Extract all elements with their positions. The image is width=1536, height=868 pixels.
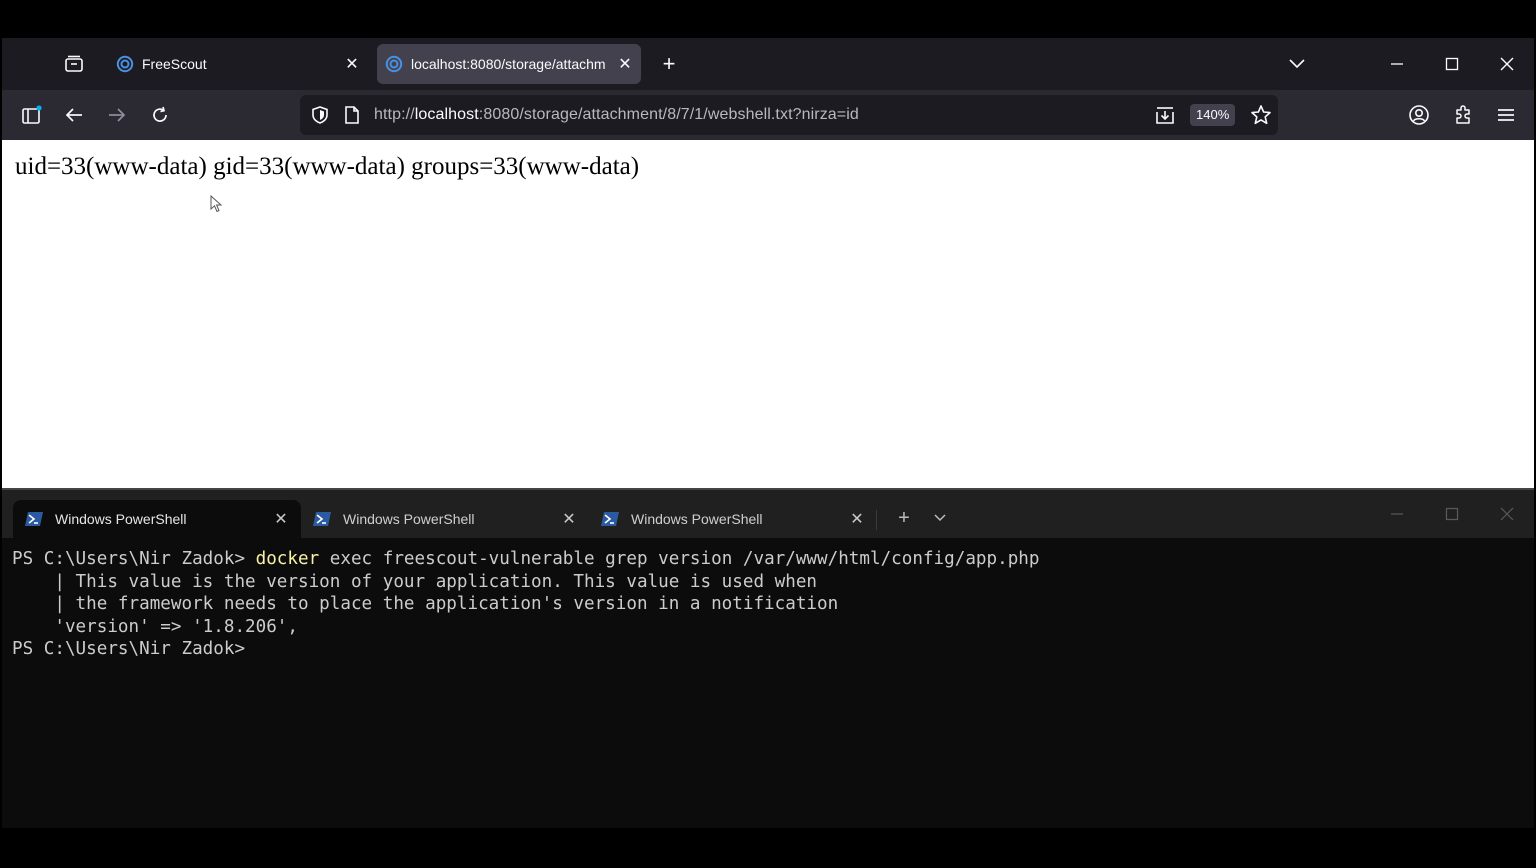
tab-label: FreeScout [142, 56, 207, 72]
page-content: uid=33(www-data) gid=33(www-data) groups… [2, 140, 1534, 488]
chevron-down-icon [1289, 59, 1305, 69]
output-line: 'version' => '1.8.206', [12, 616, 298, 637]
terminal-tab-1[interactable]: Windows PowerShell ✕ [13, 500, 301, 538]
close-tab-icon[interactable]: ✕ [849, 509, 865, 529]
account-icon [1409, 105, 1429, 125]
app-menu-button[interactable] [1492, 102, 1520, 128]
close-icon [1500, 57, 1514, 71]
url-path: :8080/storage/attachment/8/7/1/webshell.… [478, 106, 859, 123]
list-all-tabs-button[interactable] [1284, 51, 1310, 77]
freescout-favicon-icon [116, 55, 134, 73]
freescout-favicon-icon [385, 55, 403, 73]
close-tab-icon[interactable]: ✕ [344, 54, 360, 74]
minimize-icon [1391, 63, 1403, 65]
terminal-window: Windows PowerShell ✕ Windows PowerShell … [2, 488, 1534, 828]
sidebar-icon [22, 105, 42, 124]
arrow-left-icon [65, 108, 82, 122]
browser-tab-freescout[interactable]: FreeScout ✕ [108, 44, 368, 84]
minimize-button[interactable] [1382, 51, 1412, 77]
terminal-tab-3[interactable]: Windows PowerShell ✕ [589, 500, 877, 538]
command-output-text: uid=33(www-data) gid=33(www-data) groups… [15, 153, 640, 180]
close-tab-icon[interactable]: ✕ [617, 54, 633, 74]
powershell-icon [25, 512, 43, 526]
back-button[interactable] [60, 102, 88, 128]
chevron-down-icon [934, 514, 946, 522]
new-terminal-tab-button[interactable]: + [892, 506, 916, 530]
new-tab-button[interactable]: + [656, 51, 682, 77]
final-prompt: PS C:\Users\Nir Zadok> [12, 639, 246, 659]
star-bookmark-icon[interactable] [1250, 104, 1272, 126]
mouse-pointer-icon [210, 195, 222, 213]
sidebar-button[interactable] [18, 102, 46, 128]
output-line: | the framework needs to place the appli… [12, 594, 839, 614]
output-line: | This value is the version of your appl… [12, 571, 818, 592]
maximize-icon [1445, 57, 1459, 71]
screen: FreeScout ✕ localhost:8080/storage/attac… [2, 38, 1534, 828]
maximize-icon [1445, 507, 1459, 521]
prompt: PS C:\Users\Nir Zadok> [12, 549, 256, 569]
url-host: localhost [414, 106, 479, 123]
account-button[interactable] [1405, 102, 1433, 128]
command-args: exec freescout-vulnerable grep version /… [319, 549, 1040, 569]
terminal-tab-label: Windows PowerShell [343, 511, 475, 527]
close-icon [1500, 507, 1514, 521]
terminal-tab-label: Windows PowerShell [55, 511, 187, 527]
terminal-output[interactable]: PS C:\Users\Nir Zadok> docker exec frees… [12, 548, 1039, 661]
terminal-tab-bar: Windows PowerShell ✕ Windows PowerShell … [2, 490, 1534, 538]
browser-tab-bar: FreeScout ✕ localhost:8080/storage/attac… [2, 38, 1534, 90]
hamburger-menu-icon [1498, 109, 1514, 121]
arrow-right-icon [109, 108, 126, 122]
terminal-maximize-button[interactable] [1437, 502, 1467, 526]
page-info-icon[interactable] [344, 105, 360, 125]
reload-icon [153, 106, 167, 122]
url-text[interactable]: http://localhost:8080/storage/attachment… [374, 106, 859, 124]
browser-toolbar: http://localhost:8080/storage/attachment… [2, 90, 1534, 140]
maximize-button[interactable] [1437, 51, 1467, 77]
terminal-close-button[interactable] [1492, 502, 1522, 526]
url-bar[interactable]: http://localhost:8080/storage/attachment… [300, 95, 1278, 135]
reload-button[interactable] [146, 102, 174, 128]
tabs-tray-icon [65, 55, 83, 72]
close-tab-icon[interactable]: ✕ [561, 509, 577, 529]
terminal-tab-label: Windows PowerShell [631, 511, 763, 527]
browser-window: FreeScout ✕ localhost:8080/storage/attac… [2, 38, 1534, 488]
save-to-device-icon[interactable] [1154, 104, 1176, 126]
tab-label: localhost:8080/storage/attachm [411, 56, 606, 72]
tab-overview-button[interactable] [60, 51, 88, 77]
terminal-tab-2[interactable]: Windows PowerShell ✕ [301, 500, 589, 538]
forward-button[interactable] [103, 102, 131, 128]
extensions-button[interactable] [1449, 102, 1477, 128]
tab-separator [876, 510, 877, 530]
terminal-profiles-dropdown[interactable] [930, 506, 950, 530]
puzzle-piece-icon [1456, 105, 1470, 124]
minimize-icon [1391, 513, 1403, 515]
zoom-level-badge[interactable]: 140% [1190, 104, 1236, 126]
close-window-button[interactable] [1492, 51, 1522, 77]
powershell-icon [313, 512, 331, 526]
terminal-minimize-button[interactable] [1382, 502, 1412, 526]
shield-icon[interactable] [310, 105, 330, 125]
url-scheme: http:// [374, 106, 415, 123]
close-tab-icon[interactable]: ✕ [273, 509, 289, 529]
browser-tab-localhost[interactable]: localhost:8080/storage/attachm ✕ [377, 44, 641, 84]
command-name: docker [255, 549, 320, 569]
powershell-icon [601, 512, 619, 526]
